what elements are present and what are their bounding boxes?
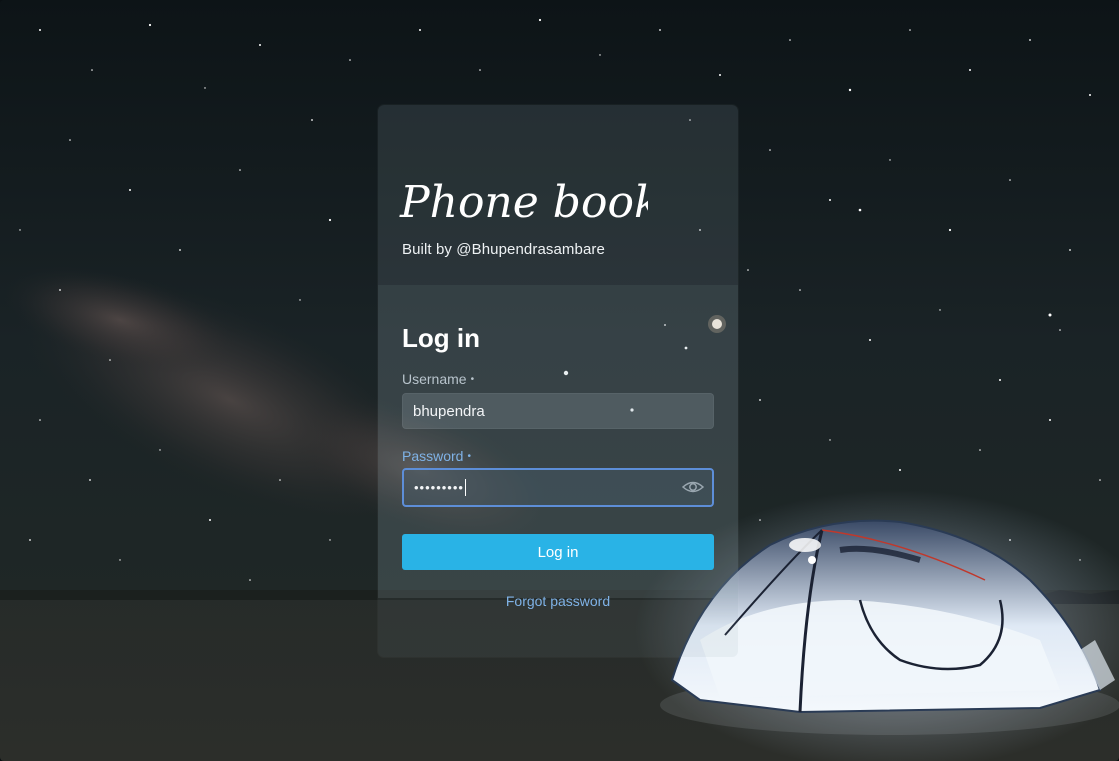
username-value: bhupendra — [413, 402, 485, 420]
password-input[interactable]: ••••••••• — [402, 468, 714, 507]
username-label: Username • — [402, 371, 474, 387]
byline: Built by @Bhupendrasambare — [402, 241, 605, 258]
password-masked-value: ••••••••• — [414, 480, 464, 495]
login-card: Phone book Built by @Bhupendrasambare Lo… — [378, 105, 738, 657]
required-indicator: • — [467, 451, 471, 462]
forgot-password-link[interactable]: Forgot password — [378, 593, 738, 609]
password-label-text: Password — [402, 448, 464, 464]
username-label-text: Username — [402, 371, 467, 387]
phone-book-logo: Phone book — [399, 177, 648, 228]
logo-text: Phone book — [399, 177, 648, 228]
text-caret — [464, 479, 466, 496]
username-input[interactable]: bhupendra — [402, 393, 714, 429]
login-button[interactable]: Log in — [402, 534, 714, 570]
login-page: Phone book Built by @Bhupendrasambare Lo… — [0, 0, 1119, 761]
form-heading: Log in — [402, 323, 480, 353]
eye-icon[interactable] — [682, 478, 704, 496]
required-indicator: • — [470, 374, 475, 385]
password-label: Password • — [402, 448, 471, 464]
